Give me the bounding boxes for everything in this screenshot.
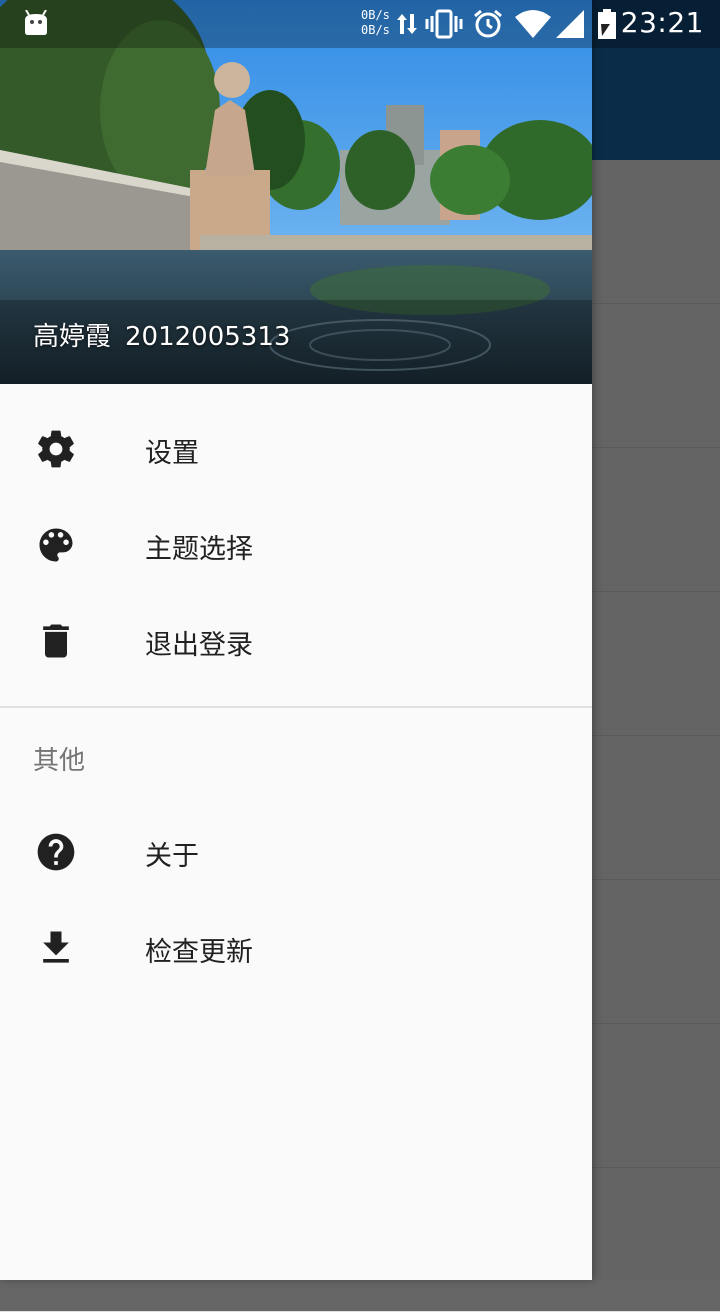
status-time: 23:21 <box>620 6 704 39</box>
signal-icon <box>556 10 584 38</box>
status-bar: 0B/s 0B/s 23:21 <box>0 0 720 48</box>
menu-item-about[interactable]: 关于 <box>0 804 592 900</box>
trash-icon <box>43 624 69 658</box>
header-user-info: 高婷霞 2012005313 <box>33 316 290 353</box>
menu-item-theme[interactable]: 主题选择 <box>0 497 592 593</box>
palette-icon <box>39 528 73 562</box>
wifi-icon <box>515 10 551 38</box>
user-id: 2012005313 <box>125 322 291 352</box>
net-down-speed: 0B/s <box>361 23 390 37</box>
net-up-speed: 0B/s <box>361 8 390 22</box>
navigation-drawer: 高婷霞 2012005313 设置 主题选择 退出登录 其他 关于 检查更新 <box>0 0 592 1280</box>
menu-item-label: 退出登录 <box>145 630 253 661</box>
section-title: 其他 <box>33 746 86 776</box>
menu-item-check-update[interactable]: 检查更新 <box>0 900 592 996</box>
menu-item-label: 主题选择 <box>145 534 253 565</box>
download-icon <box>43 931 69 963</box>
drawer-header: 高婷霞 2012005313 <box>0 0 592 384</box>
vibrate-icon <box>425 9 463 39</box>
menu-item-logout[interactable]: 退出登录 <box>0 593 592 689</box>
menu-item-label: 设置 <box>145 438 199 469</box>
battery-icon <box>598 9 616 39</box>
alarm-icon <box>474 9 502 38</box>
menu-item-label: 检查更新 <box>145 937 253 968</box>
data-transfer-icon <box>397 14 417 34</box>
menu-item-label: 关于 <box>145 841 199 872</box>
network-speed: 0B/s 0B/s <box>361 8 390 38</box>
menu-item-settings[interactable]: 设置 <box>0 401 592 497</box>
drawer-menu: 设置 主题选择 退出登录 其他 关于 检查更新 <box>0 384 592 996</box>
android-notification-icon <box>25 10 47 35</box>
user-name: 高婷霞 <box>33 322 112 352</box>
section-header-other: 其他 <box>0 708 592 804</box>
gear-icon <box>38 430 74 468</box>
help-icon <box>37 833 75 871</box>
